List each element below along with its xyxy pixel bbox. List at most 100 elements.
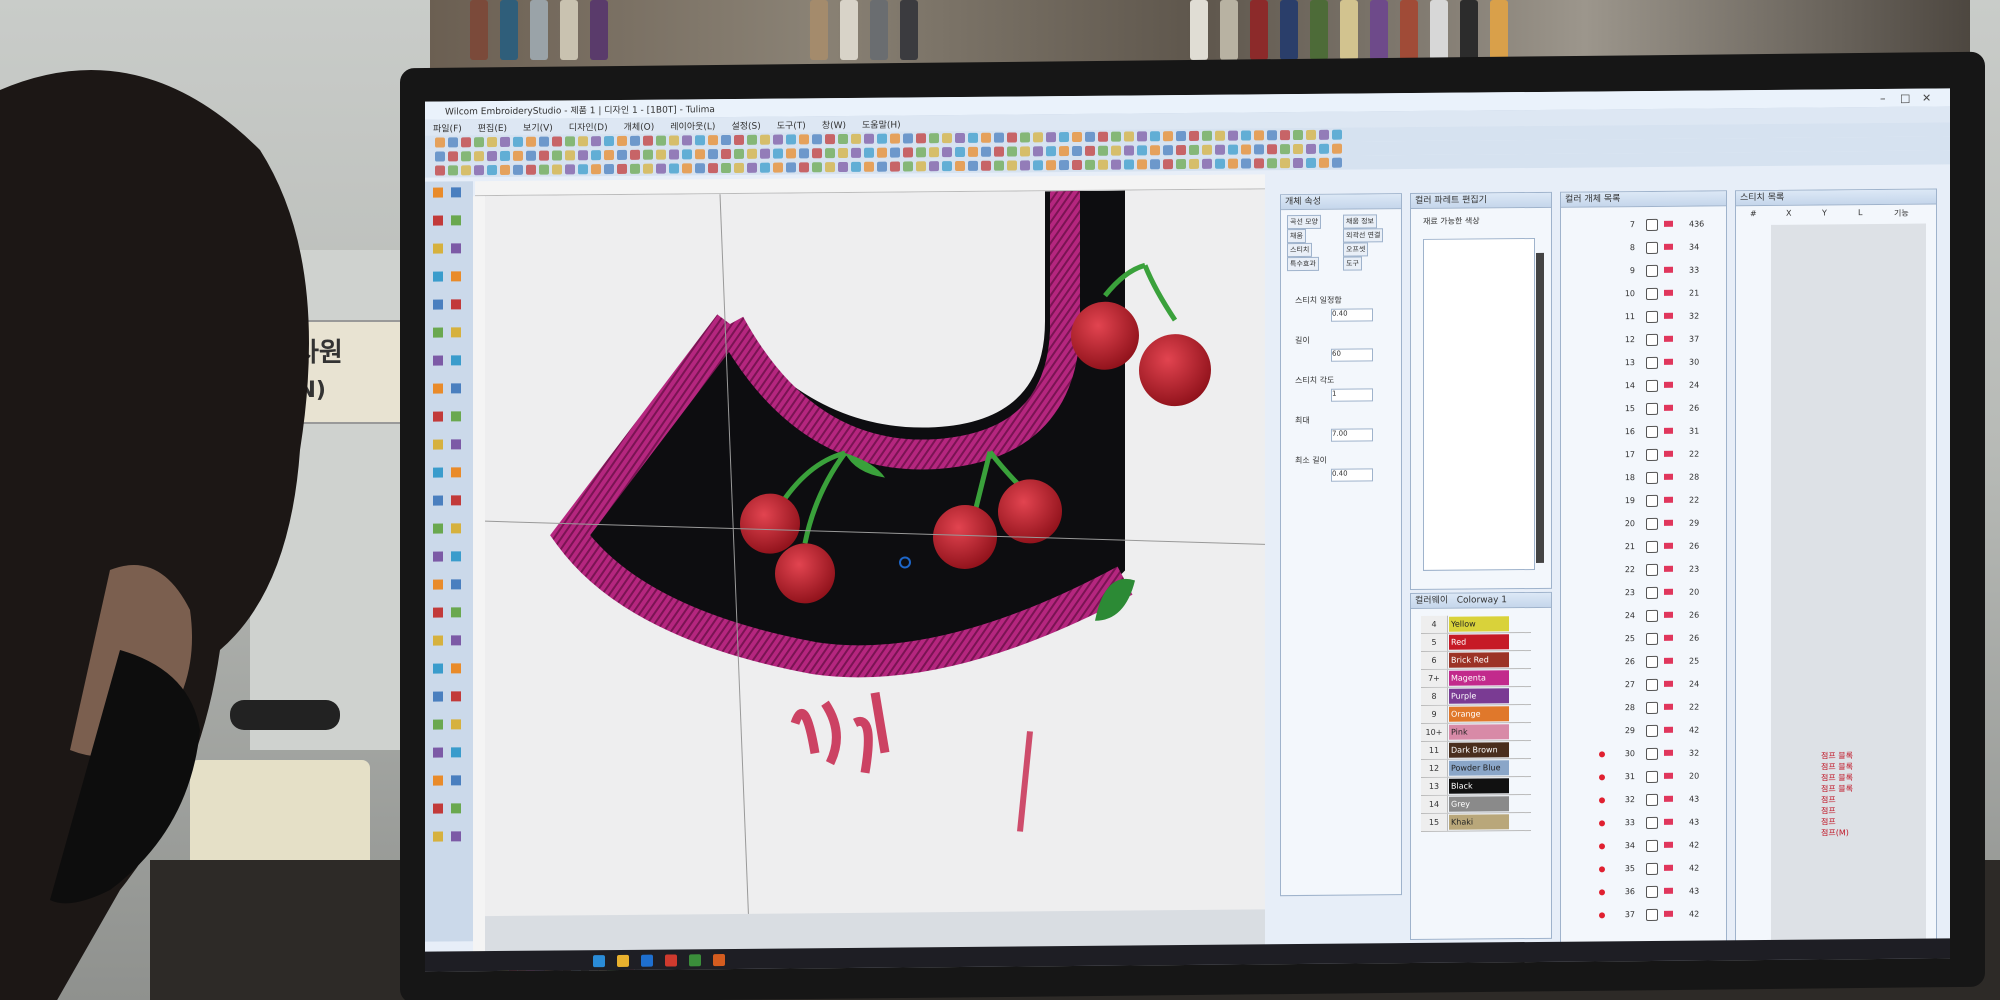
chrome-icon[interactable] xyxy=(665,954,677,967)
object-list-row[interactable]: 13 30 xyxy=(1561,353,1721,374)
object-list-row[interactable]: 33 43 xyxy=(1561,813,1721,834)
toolbar-button-icon[interactable] xyxy=(474,151,484,162)
toolbar-button-icon[interactable] xyxy=(435,137,445,148)
toolbar-button-icon[interactable] xyxy=(539,164,549,175)
toolbar-button-icon[interactable] xyxy=(708,135,718,146)
field-input[interactable]: 0.40 xyxy=(1331,308,1373,322)
toolbar-button-icon[interactable] xyxy=(1280,130,1290,141)
tool-icon[interactable] xyxy=(433,383,443,394)
toolbar-button-icon[interactable] xyxy=(1098,159,1108,170)
toolbar-button-icon[interactable] xyxy=(799,148,809,159)
toolbar-button-icon[interactable] xyxy=(565,164,575,175)
toolbar-button-icon[interactable] xyxy=(695,163,705,174)
toolbar-button-icon[interactable] xyxy=(1020,146,1030,157)
toolbar-button-icon[interactable] xyxy=(1241,144,1251,155)
toolbar-button-icon[interactable] xyxy=(812,134,822,145)
toolbar-button-icon[interactable] xyxy=(461,165,471,176)
colorway-row[interactable]: 11 Dark Brown xyxy=(1421,741,1531,760)
toolbar-button-icon[interactable] xyxy=(916,147,926,158)
toolbar-button-icon[interactable] xyxy=(1189,158,1199,169)
toolbar-button-icon[interactable] xyxy=(474,165,484,176)
toolbar-button-icon[interactable] xyxy=(1072,145,1082,157)
toolbar-button-icon[interactable] xyxy=(955,146,965,158)
tool-icon[interactable] xyxy=(451,831,461,842)
object-list-row[interactable]: 37 42 xyxy=(1561,905,1721,926)
tool-icon[interactable] xyxy=(451,803,461,814)
menu-item-7[interactable]: 도구(T) xyxy=(777,118,806,131)
toolbar-button-icon[interactable] xyxy=(1215,144,1225,155)
toolbar-button-icon[interactable] xyxy=(1176,145,1186,156)
toolbar-button-icon[interactable] xyxy=(461,137,471,148)
toolbar-button-icon[interactable] xyxy=(1332,143,1342,154)
toolbar-button-icon[interactable] xyxy=(1215,130,1225,141)
toolbar-button-icon[interactable] xyxy=(617,163,627,174)
tool-icon[interactable] xyxy=(451,579,461,590)
toolbar-button-icon[interactable] xyxy=(656,163,666,174)
toolbar-button-icon[interactable] xyxy=(968,132,978,143)
toolbar-button-icon[interactable] xyxy=(1189,130,1199,141)
embroidery-app-icon[interactable] xyxy=(713,954,725,967)
toolbar-button-icon[interactable] xyxy=(630,149,640,160)
toolbar-button-icon[interactable] xyxy=(929,161,939,172)
toolbar-button-icon[interactable] xyxy=(604,164,614,175)
toolbar-button-icon[interactable] xyxy=(1059,160,1069,171)
toolbar-button-icon[interactable] xyxy=(825,162,835,173)
stitch-column-header[interactable]: X xyxy=(1786,209,1791,218)
toolbar-button-icon[interactable] xyxy=(1228,130,1238,141)
toolbar-button-icon[interactable] xyxy=(513,136,523,147)
object-list-row[interactable]: 19 22 xyxy=(1561,491,1721,512)
toolbar-button-icon[interactable] xyxy=(1202,144,1212,155)
toolbar-button-icon[interactable] xyxy=(487,165,497,176)
toolbar-button-icon[interactable] xyxy=(682,163,692,174)
toolbar-button-icon[interactable] xyxy=(903,133,913,144)
tool-icon[interactable] xyxy=(433,607,443,618)
toolbar-button-icon[interactable] xyxy=(656,149,666,160)
tool-icon[interactable] xyxy=(451,691,461,702)
toolbar-button-icon[interactable] xyxy=(1124,145,1134,156)
tool-icon[interactable] xyxy=(433,663,443,674)
toolbar-button-icon[interactable] xyxy=(968,160,978,171)
toolbar-button-icon[interactable] xyxy=(1163,145,1173,156)
toolbar-button-icon[interactable] xyxy=(1111,159,1121,170)
toolbar-button-icon[interactable] xyxy=(578,136,588,147)
toolbar-button-icon[interactable] xyxy=(799,162,809,173)
toolbar-button-icon[interactable] xyxy=(981,132,991,143)
toolbar-button-icon[interactable] xyxy=(526,136,536,147)
toolbar-button-icon[interactable] xyxy=(604,150,614,161)
object-list-row[interactable]: 24 26 xyxy=(1561,606,1721,627)
toolbar-button-icon[interactable] xyxy=(435,165,445,176)
object-list-row[interactable]: 20 29 xyxy=(1561,514,1721,535)
toolbar-button-icon[interactable] xyxy=(435,151,445,162)
file-explorer-icon[interactable] xyxy=(617,954,629,967)
menu-item-2[interactable]: 보기(V) xyxy=(523,121,553,134)
colorway-row[interactable]: 12 Powder Blue xyxy=(1421,759,1531,778)
toolbar-button-icon[interactable] xyxy=(877,147,887,158)
tool-icon[interactable] xyxy=(433,775,443,786)
toolbar-button-icon[interactable] xyxy=(1124,131,1134,142)
toolbar-button-icon[interactable] xyxy=(786,148,796,159)
toolbar-button-icon[interactable] xyxy=(786,162,796,173)
toolbar-button-icon[interactable] xyxy=(1280,158,1290,169)
object-list-row[interactable]: 26 25 xyxy=(1561,652,1721,673)
menu-item-0[interactable]: 파일(F) xyxy=(433,121,462,134)
toolbar-button-icon[interactable] xyxy=(929,133,939,144)
toolbar-button-icon[interactable] xyxy=(721,162,731,174)
toolbar-button-icon[interactable] xyxy=(981,146,991,157)
colorway-row[interactable]: 15 Khaki xyxy=(1421,813,1531,832)
object-button-2[interactable]: 채움 xyxy=(1287,228,1306,244)
tool-icon[interactable] xyxy=(433,551,443,562)
toolbar-button-icon[interactable] xyxy=(890,133,900,144)
toolbar-button-icon[interactable] xyxy=(1059,146,1069,157)
object-list-row[interactable]: 7 436 xyxy=(1561,215,1721,236)
toolbar-button-icon[interactable] xyxy=(760,162,770,173)
toolbar-button-icon[interactable] xyxy=(877,133,887,144)
toolbar-button-icon[interactable] xyxy=(1306,143,1316,154)
toolbar-button-icon[interactable] xyxy=(526,164,536,175)
menu-item-5[interactable]: 레이아웃(L) xyxy=(670,119,715,132)
object-list-row[interactable]: 21 26 xyxy=(1561,537,1721,558)
toolbar-button-icon[interactable] xyxy=(513,164,523,175)
tool-icon[interactable] xyxy=(433,355,443,366)
tool-icon[interactable] xyxy=(433,747,443,758)
colorway-row[interactable]: 9 Orange xyxy=(1421,705,1531,724)
toolbar-button-icon[interactable] xyxy=(955,160,965,172)
